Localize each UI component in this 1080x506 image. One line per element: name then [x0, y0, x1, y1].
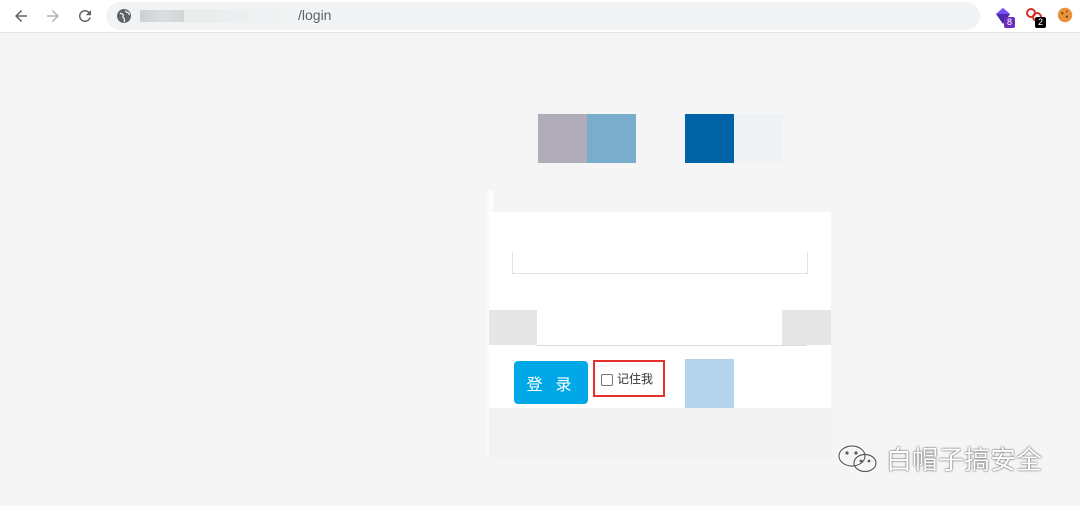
back-button[interactable] — [9, 5, 33, 27]
password-input[interactable] — [537, 310, 807, 346]
remember-me-highlight: 记住我 — [593, 360, 665, 397]
reload-button[interactable] — [73, 5, 97, 27]
reload-icon — [78, 9, 91, 22]
wechat-icon — [837, 444, 878, 473]
login-button[interactable]: 登 录 — [514, 361, 588, 404]
logo-block-grey — [538, 114, 587, 163]
extension-cookie[interactable] — [1056, 6, 1076, 26]
url-text: /login — [298, 7, 332, 23]
watermark: 白帽子搞安全 — [836, 440, 1042, 477]
arrow-left-icon — [15, 10, 27, 22]
forward-button[interactable] — [41, 5, 65, 27]
url-redacted-fade — [184, 9, 304, 23]
logo-block-navy — [685, 114, 734, 163]
password-input-prefix — [489, 310, 537, 345]
username-input[interactable] — [512, 252, 808, 274]
cookie-icon — [1057, 7, 1073, 23]
remember-me-label[interactable]: 记住我 — [617, 370, 653, 387]
password-input-suffix — [782, 310, 831, 345]
login-panel-footer — [489, 408, 831, 458]
extension-gem[interactable]: 8 — [993, 6, 1015, 28]
browser-toolbar: /login 8 2 — [0, 0, 1080, 33]
globe-icon — [117, 9, 131, 23]
logo-block-steel — [587, 114, 636, 163]
url-redacted — [140, 10, 184, 22]
extension-badge: 2 — [1035, 17, 1046, 28]
extension-chain[interactable]: 2 — [1024, 6, 1046, 28]
extension-badge: 8 — [1004, 17, 1015, 28]
remember-me-checkbox[interactable] — [601, 373, 613, 386]
logo-block-pale — [734, 114, 783, 163]
arrow-right-icon — [47, 10, 59, 22]
captcha-block — [685, 359, 734, 408]
watermark-text: 白帽子搞安全 — [886, 446, 1043, 476]
